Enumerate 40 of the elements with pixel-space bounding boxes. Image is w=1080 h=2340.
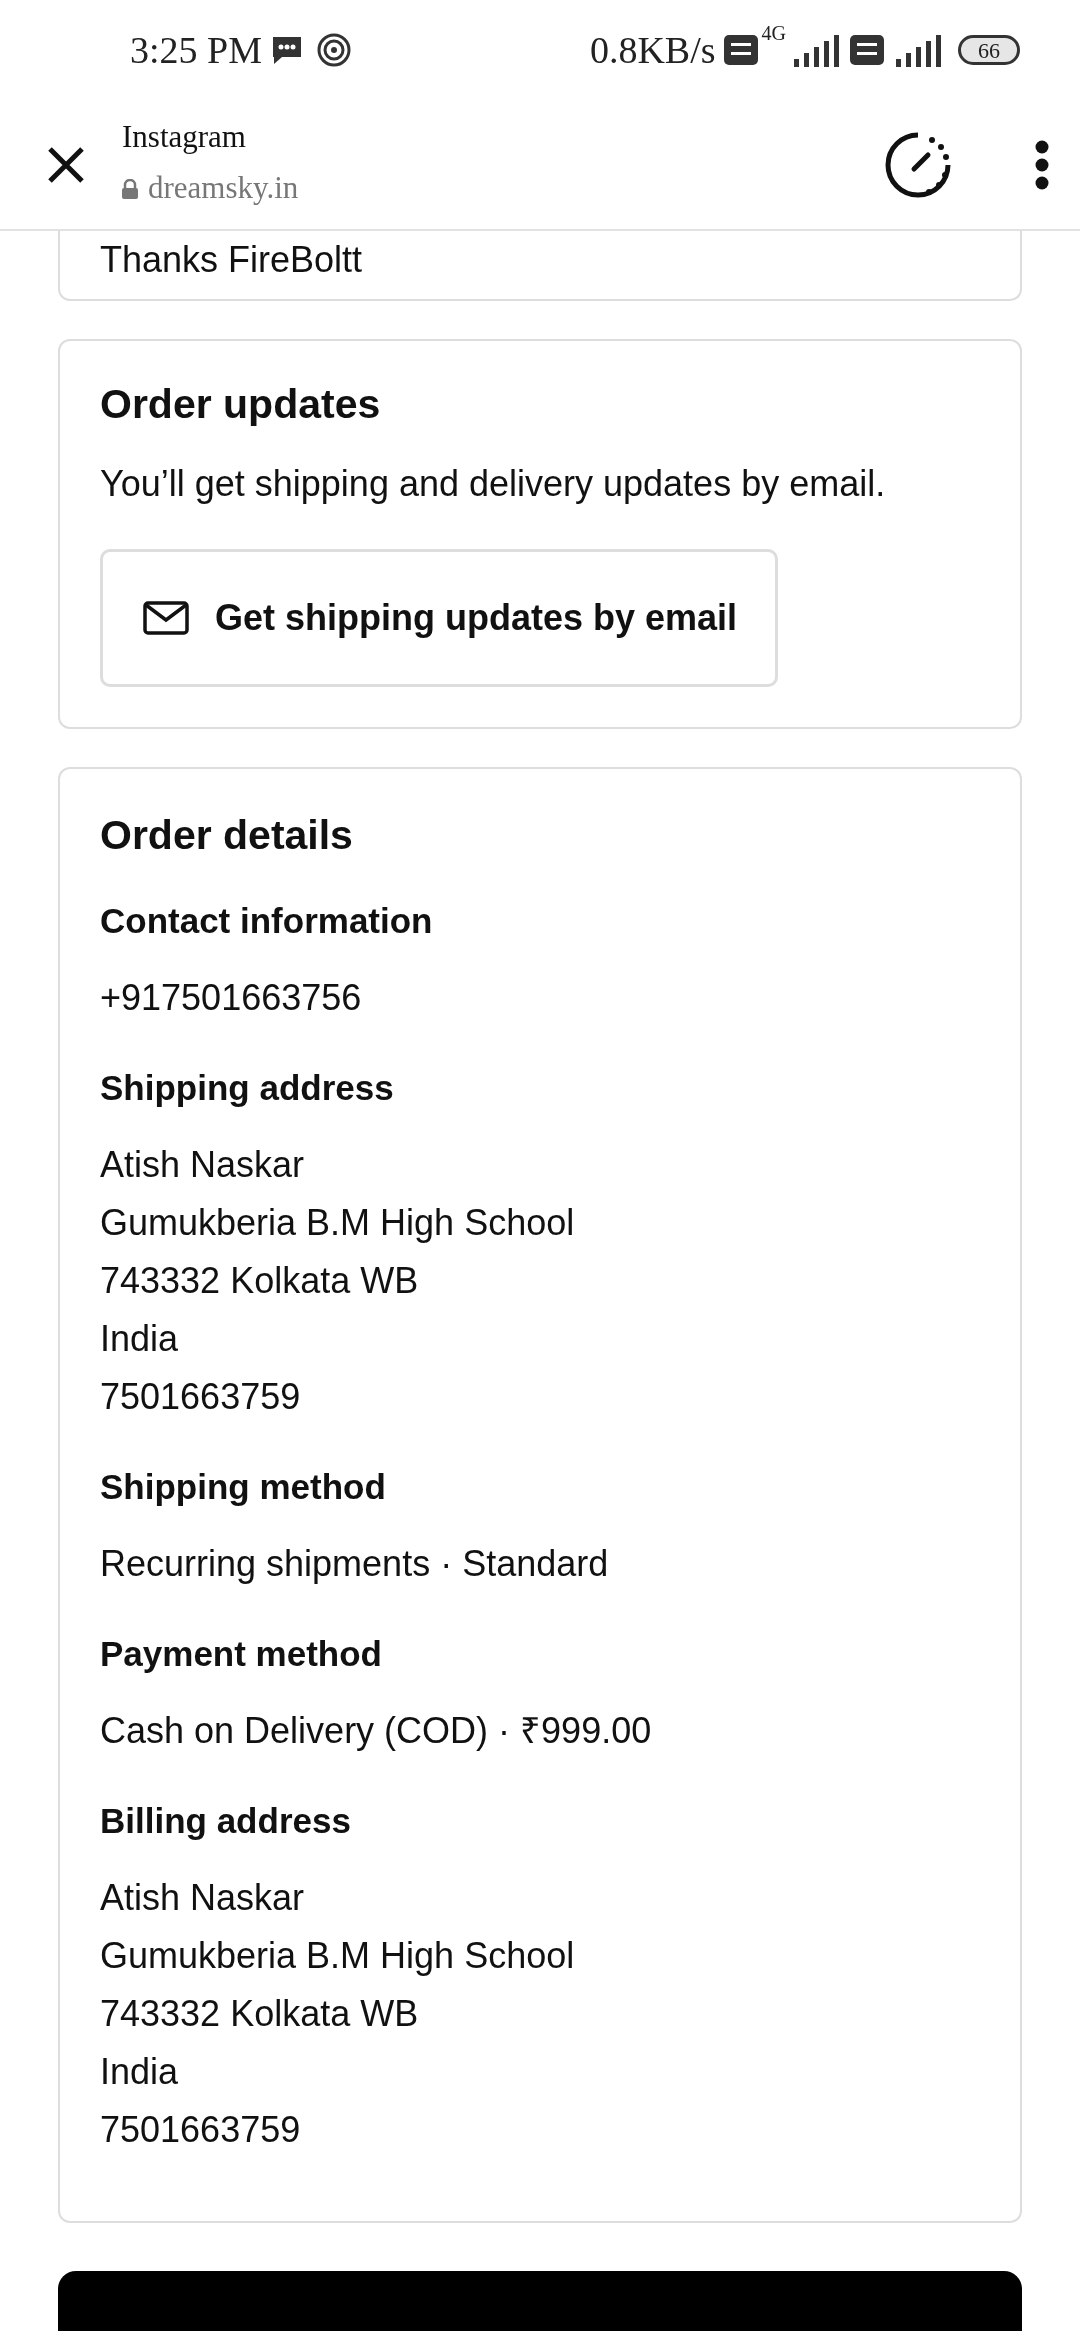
field-value: 743332 Kolkata WB xyxy=(100,1259,420,1303)
field-value: 7501663759 xyxy=(100,2108,302,2152)
field-value: Gumukberia B.M High School xyxy=(100,1201,576,1245)
field-value: Atish Naskar xyxy=(100,1876,306,1920)
timer-icon xyxy=(884,130,952,199)
field-value: Atish Naskar xyxy=(100,1143,306,1187)
message-icon xyxy=(270,34,304,66)
description-text: You’ll get shipping and delivery updates by email. xyxy=(100,462,887,506)
field-label: Shipping method xyxy=(100,1466,387,1508)
field-value: Cash on Delivery (COD) · ₹999.00 xyxy=(100,1709,653,1753)
section-title: Order details xyxy=(100,811,354,860)
disc-icon xyxy=(316,32,352,68)
thanks-text: Thanks FireBoltt xyxy=(100,238,364,282)
field-value: Gumukberia B.M High School xyxy=(100,1934,576,1978)
more-icon xyxy=(1034,139,1050,190)
field-label: Billing address xyxy=(100,1800,352,1842)
close-icon xyxy=(46,144,86,185)
status-time: 3:25 PM xyxy=(130,27,262,73)
field-value: Recurring shipments · Standard xyxy=(100,1542,610,1586)
email-updates-button[interactable]: Get shipping updates by email xyxy=(100,549,779,687)
app-name: Instagram xyxy=(122,118,247,157)
field-value: India xyxy=(100,2050,180,2094)
field-label: Contact information xyxy=(100,900,434,942)
field-value: 7501663759 xyxy=(100,1375,302,1419)
battery-indicator: 66 xyxy=(958,35,1020,65)
section-title: Order updates xyxy=(100,380,382,429)
field-value: 743332 Kolkata WB xyxy=(100,1992,420,2036)
network-type: 4G xyxy=(761,21,786,46)
lock-icon xyxy=(122,178,138,199)
signal-icon xyxy=(894,33,942,67)
timer-button[interactable] xyxy=(884,130,952,199)
field-value: +917501663756 xyxy=(100,976,363,1020)
network-speed: 0.8KB/s xyxy=(589,27,716,73)
field-label: Payment method xyxy=(100,1633,383,1675)
signal-icon xyxy=(792,33,840,67)
page-url: dreamsky.in xyxy=(148,169,299,208)
more-menu-button[interactable] xyxy=(1034,139,1050,190)
field-label: Shipping address xyxy=(100,1067,395,1109)
field-value: India xyxy=(100,1317,180,1361)
mail-icon xyxy=(143,601,189,635)
